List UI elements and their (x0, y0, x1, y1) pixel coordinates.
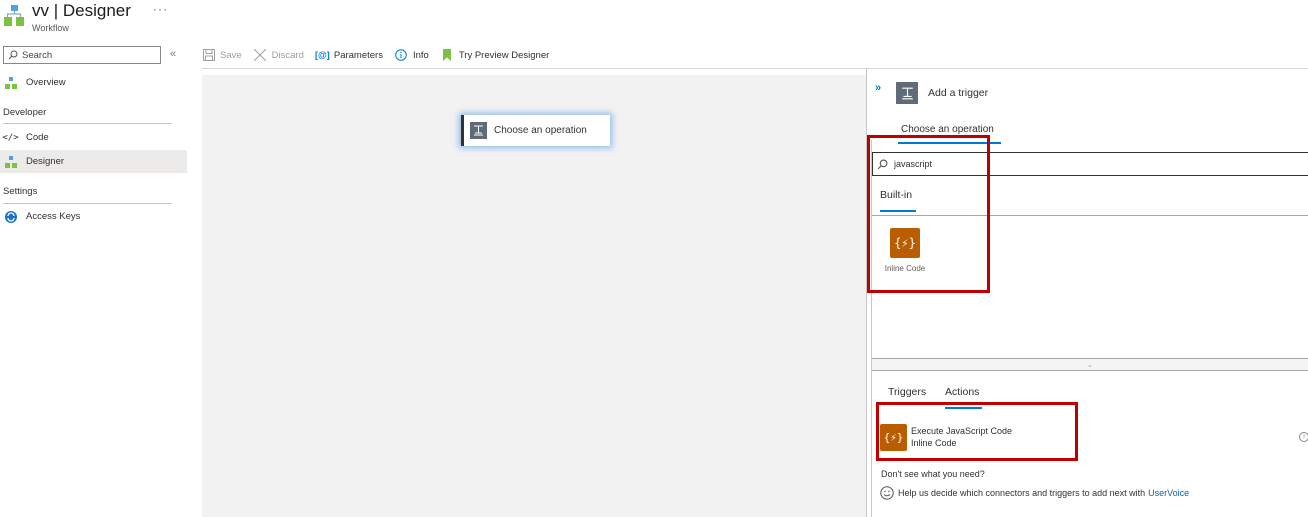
uservoice-link[interactable]: UserVoice (1148, 488, 1189, 498)
search-icon (8, 50, 18, 60)
save-icon (202, 49, 215, 62)
save-button[interactable]: Save (202, 49, 242, 62)
more-options-button[interactable]: ··· (153, 2, 168, 16)
workflow-app-icon (4, 5, 24, 27)
workflow-icon (4, 155, 17, 168)
parameters-button[interactable]: [@] Parameters (314, 49, 383, 62)
sidebar-search-input[interactable]: Search (3, 46, 161, 64)
page-subtitle: Workflow (32, 23, 69, 33)
panel-splitter[interactable]: ⌄ (872, 358, 1308, 371)
sidebar-item-label: Access Keys (26, 211, 81, 222)
info-icon[interactable]: i (1299, 432, 1308, 442)
tab-choose-operation[interactable]: Choose an operation (901, 124, 994, 135)
toolbar: Save Discard [@] Parameters Info Try Pre… (202, 46, 561, 64)
highlight-box (867, 135, 990, 293)
section-settings: Settings (3, 186, 38, 197)
highlight-box (876, 402, 1078, 461)
tab-triggers[interactable]: Triggers (888, 386, 926, 398)
page-title: vv | Designer (32, 1, 131, 20)
sidebar-item-designer[interactable]: Designer (0, 150, 187, 173)
trigger-icon (896, 82, 918, 104)
section-divider (3, 203, 172, 204)
sidebar-item-access-keys[interactable]: Access Keys (0, 205, 187, 228)
sidebar-item-overview[interactable]: Overview (0, 71, 187, 94)
chevron-down-icon: ⌄ (1086, 360, 1094, 369)
smile-icon (880, 486, 894, 500)
dont-see-text: Don't see what you need? (881, 469, 985, 479)
tab-actions[interactable]: Actions (945, 386, 979, 398)
sidebar-item-label: Overview (26, 77, 66, 88)
section-divider (3, 123, 172, 124)
choose-operation-card[interactable]: Choose an operation (461, 115, 610, 146)
search-placeholder: Search (22, 49, 53, 61)
bookmark-icon (441, 49, 454, 62)
workflow-icon (4, 76, 17, 89)
feedback-text: Help us decide which connectors and trig… (898, 488, 1146, 498)
keys-icon (4, 210, 17, 223)
collapse-sidebar-button[interactable]: « (170, 48, 176, 60)
panel-title: Add a trigger (928, 87, 989, 99)
trigger-icon (470, 122, 487, 139)
sidebar-item-code[interactable]: </> Code (0, 126, 187, 149)
try-preview-designer-button[interactable]: Try Preview Designer (441, 49, 549, 62)
sidebar-item-label: Designer (26, 156, 65, 167)
close-icon (254, 49, 267, 62)
info-icon (395, 49, 408, 62)
sidebar-item-label: Code (26, 132, 49, 143)
expand-panel-button[interactable]: » (875, 82, 881, 94)
parameters-icon: [@] (314, 50, 330, 60)
feedback-row: Help us decide which connectors and trig… (880, 486, 1189, 500)
discard-button[interactable]: Discard (254, 49, 304, 62)
info-button[interactable]: Info (395, 49, 429, 62)
code-icon: </> (2, 132, 19, 143)
section-developer: Developer (3, 107, 47, 118)
